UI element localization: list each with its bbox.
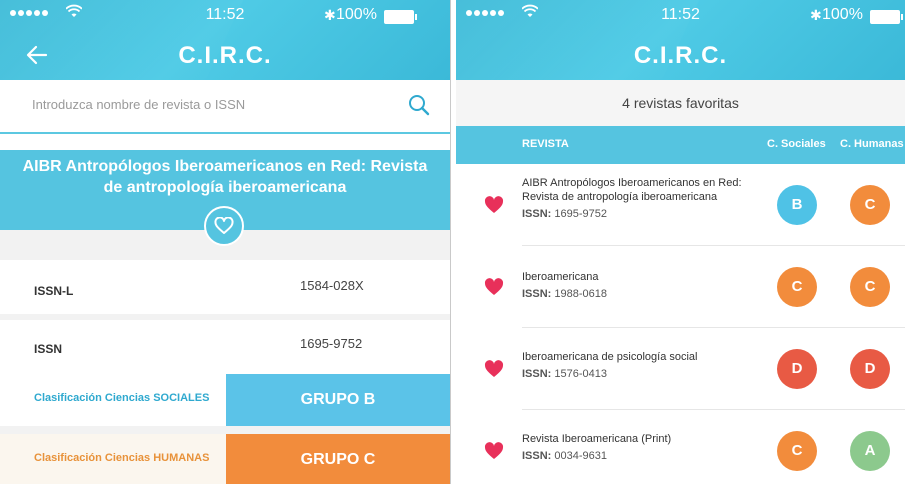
issn-label: ISSN: <box>522 208 552 220</box>
table-header: REVISTA C. Sociales C. Humanas <box>456 126 905 164</box>
favorites-count: 4 revistas favoritas <box>456 80 905 126</box>
issn-label: ISSN: <box>522 368 552 380</box>
issn-label: ISSN: <box>522 450 552 462</box>
issn-l-row: ISSN-L 1584-028X <box>0 262 450 314</box>
issn-row: ISSN 1695-9752 <box>0 320 450 372</box>
favorite-row[interactable]: AIBR Antropólogos Iberoamericanos en Red… <box>456 164 905 246</box>
heart-filled-icon[interactable] <box>484 196 504 214</box>
issn-l-value: 1584-028X <box>300 278 364 293</box>
favorite-row[interactable]: Iberoamericana ISSN: 1988-0618 C C <box>456 246 905 328</box>
favorite-issn: ISSN: 1695-9752 <box>522 208 607 220</box>
classification-humanas-label: Clasificación Ciencias HUMANAS <box>34 452 210 464</box>
humanas-grade-badge: D <box>850 349 890 389</box>
favorite-row[interactable]: Revista Iberoamericana (Print) ISSN: 0034… <box>456 410 905 484</box>
bluetooth-icon: ✱ <box>810 7 822 23</box>
app-header: 11:52 ✱ 100% C.I.R.C. <box>0 0 450 80</box>
search-input[interactable] <box>30 96 364 113</box>
classification-humanas-row: Clasificación Ciencias HUMANAS GRUPO C <box>0 434 450 484</box>
issn-label: ISSN: <box>522 288 552 300</box>
app-header: 11:52 ✱ 100% C.I.R.C. <box>456 0 905 80</box>
issn-value: 1695-9752 <box>300 336 363 351</box>
column-header-sociales[interactable]: C. Sociales <box>767 138 826 150</box>
sociales-grade-badge: C <box>777 431 817 471</box>
heart-filled-icon[interactable] <box>484 278 504 296</box>
battery-percent: 100% <box>822 6 863 23</box>
heart-filled-icon[interactable] <box>484 442 504 460</box>
status-bar: 11:52 ✱ 100% <box>0 4 450 26</box>
status-time: 11:52 <box>205 6 245 23</box>
search-icon[interactable] <box>408 94 430 116</box>
status-bar: 11:52 ✱ 100% <box>456 4 905 26</box>
journal-detail-screen: 11:52 ✱ 100% C.I.R.C. AIBR Antropólogos … <box>0 0 451 484</box>
classification-sociales-row: Clasificación Ciencias SOCIALES GRUPO B <box>0 374 450 426</box>
favorite-journal-name: AIBR Antropólogos Iberoamericanos en Red… <box>522 177 742 203</box>
column-header-humanas[interactable]: C. Humanas <box>840 138 904 150</box>
classification-sociales-label: Clasificación Ciencias SOCIALES <box>34 392 210 404</box>
issn-l-label: ISSN-L <box>34 284 74 298</box>
heart-outline-icon <box>214 217 234 234</box>
column-header-journal[interactable]: REVISTA <box>522 138 569 150</box>
journal-title: AIBR Antropólogos Iberoamericanos en Red… <box>22 158 428 196</box>
humanas-grade-badge: C <box>850 185 890 225</box>
issn-value: 1695-9752 <box>554 208 608 220</box>
battery-percent: 100% <box>336 6 377 23</box>
humanas-grade-badge: C <box>850 267 890 307</box>
battery-icon <box>870 10 903 24</box>
favorites-screen: 11:52 ✱ 100% C.I.R.C. 4 revistas favorit… <box>456 0 905 484</box>
favorite-journal-name: Iberoamericana de psicología social <box>522 351 698 363</box>
favorite-row[interactable]: Iberoamericana de psicología social ISSN:… <box>456 328 905 410</box>
bluetooth-icon: ✱ <box>324 7 336 23</box>
issn-value: 0034-9631 <box>554 450 608 462</box>
humanas-grade-badge: A <box>850 431 890 471</box>
favorite-button[interactable] <box>204 206 244 246</box>
favorite-issn: ISSN: 1576-0413 <box>522 368 607 380</box>
sociales-grade-badge: B <box>777 185 817 225</box>
app-title: C.I.R.C. <box>633 42 728 69</box>
favorite-journal-name: Revista Iberoamericana (Print) <box>522 433 672 445</box>
favorite-issn: ISSN: 1988-0618 <box>522 288 607 300</box>
group-sociales-badge: GRUPO B <box>226 374 450 426</box>
heart-filled-icon[interactable] <box>484 360 504 378</box>
favorite-issn: ISSN: 0034-9631 <box>522 450 607 462</box>
search-bar <box>0 80 450 134</box>
sociales-grade-badge: D <box>777 349 817 389</box>
issn-value: 1576-0413 <box>554 368 608 380</box>
group-humanas-badge: GRUPO C <box>226 434 450 484</box>
issn-label: ISSN <box>34 342 63 356</box>
row-divider <box>0 426 450 434</box>
battery-icon <box>384 10 417 24</box>
issn-value: 1988-0618 <box>554 288 608 300</box>
app-title: C.I.R.C. <box>178 42 272 69</box>
sociales-grade-badge: C <box>777 267 817 307</box>
favorite-journal-name: Iberoamericana <box>522 271 599 283</box>
